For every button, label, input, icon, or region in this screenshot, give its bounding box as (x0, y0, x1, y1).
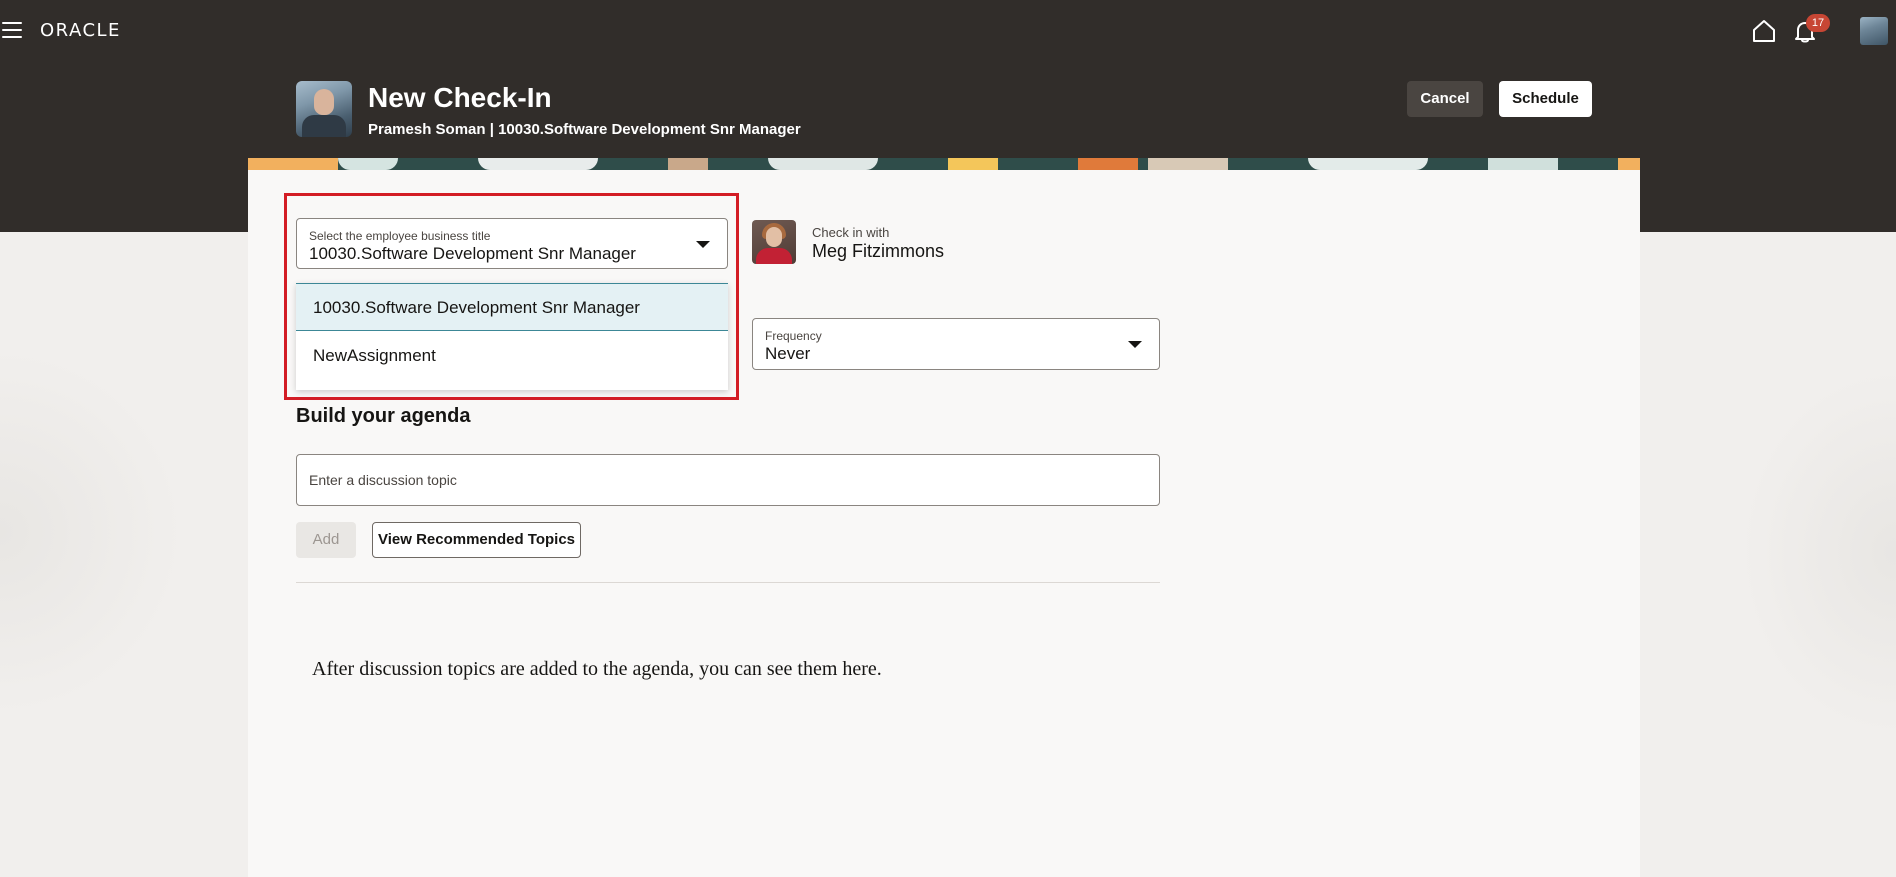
user-avatar[interactable] (1860, 17, 1888, 45)
empty-agenda-message: After discussion topics are added to the… (312, 658, 882, 680)
business-title-select[interactable]: Select the employee business title 10030… (296, 218, 728, 269)
frequency-select[interactable]: Frequency Never (752, 318, 1160, 370)
home-icon[interactable] (1751, 18, 1777, 44)
business-title-value: 10030.Software Development Snr Manager (309, 244, 636, 263)
global-nav: ORACLE 17 (0, 0, 1896, 62)
cancel-button[interactable]: Cancel (1407, 81, 1483, 117)
schedule-button[interactable]: Schedule (1499, 81, 1592, 117)
view-recommended-topics-button[interactable]: View Recommended Topics (372, 522, 581, 558)
agenda-heading: Build your agenda (296, 405, 471, 427)
add-button[interactable]: Add (296, 522, 356, 558)
divider (296, 582, 1160, 583)
business-title-dropdown: 10030.Software Development Snr Manager N… (296, 283, 728, 390)
frequency-value: Never (765, 344, 811, 363)
check-in-with-name: Meg Fitzimmons (812, 241, 945, 261)
dropdown-option[interactable]: 10030.Software Development Snr Manager (296, 283, 728, 331)
chevron-down-icon[interactable] (1128, 341, 1142, 348)
dropdown-option[interactable]: NewAssignment (296, 332, 728, 380)
check-in-with-label: Check in with (812, 225, 890, 240)
oracle-logo: ORACLE (40, 20, 121, 41)
employee-photo (296, 81, 352, 137)
menu-icon[interactable] (2, 22, 22, 40)
notification-badge: 17 (1806, 14, 1830, 32)
manager-photo (752, 220, 796, 264)
decorative-banner (248, 158, 1640, 170)
business-title-label: Select the employee business title (309, 229, 491, 243)
page-subtitle: Pramesh Soman | 10030.Software Developme… (368, 121, 801, 138)
page-title: New Check-In (368, 82, 552, 113)
discussion-topic-input[interactable] (296, 454, 1160, 506)
chevron-down-icon[interactable] (696, 241, 710, 248)
frequency-label: Frequency (765, 329, 822, 343)
